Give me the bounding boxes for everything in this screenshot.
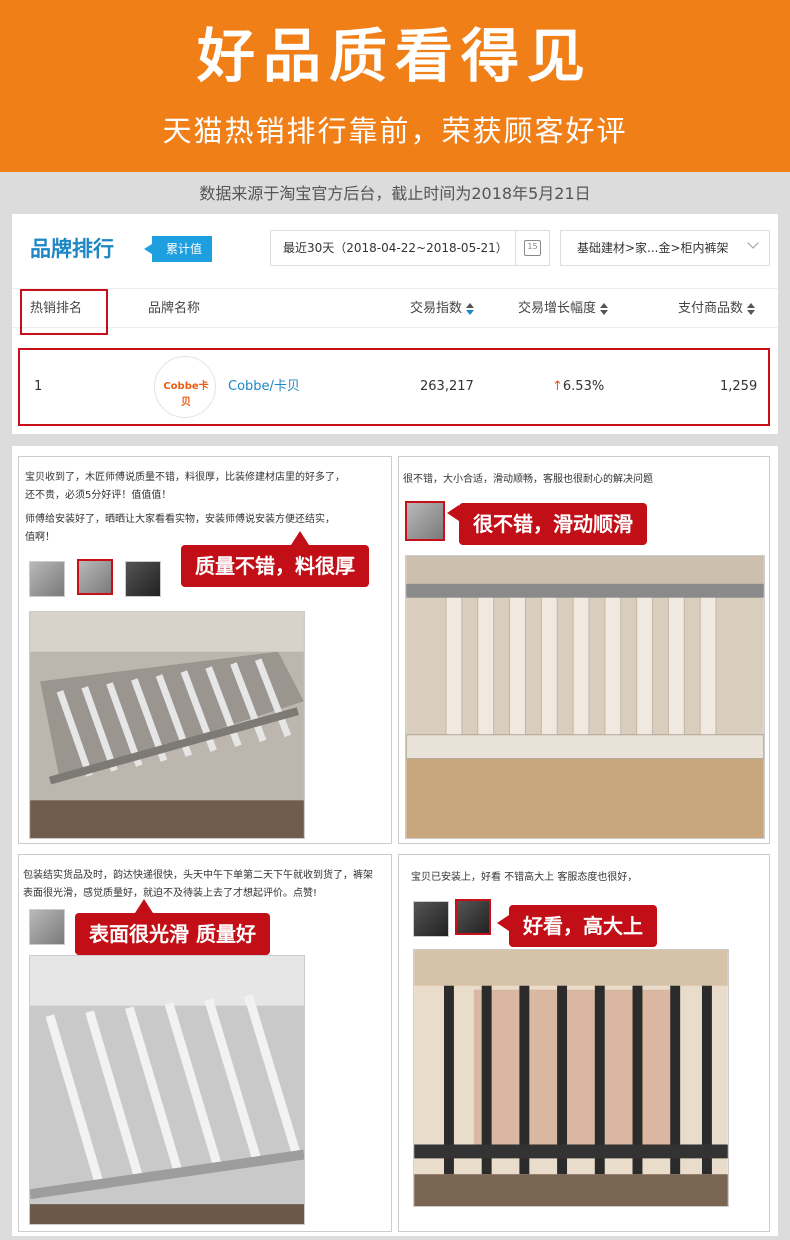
pants-rack-photo [30, 956, 304, 1224]
sort-icon[interactable] [466, 302, 475, 315]
brand-name[interactable]: Cobbe/卡贝 [228, 350, 300, 424]
pants-rack-photo [30, 612, 304, 838]
highlight-badge: 质量不错，料很厚 [181, 531, 369, 587]
page-subtitle: 天猫热销排行靠前，荣获顾客好评 [162, 114, 628, 148]
paid-items-value: 1,259 [720, 379, 758, 394]
review-thumbnail[interactable] [29, 909, 65, 945]
page: 好品质看得见 天猫热销排行靠前，荣获顾客好评 数据来源于淘宝官方后台，截止时间为… [0, 0, 790, 1240]
review-thumbnail[interactable] [405, 501, 445, 541]
banner-header: 好品质看得见 天猫热销排行靠前，荣获顾客好评 [0, 0, 790, 172]
review-card: 宝贝收到了，木匠师傅说质量不错，料很厚，比装修建材店里的好多了， 还不贵，必须5… [18, 456, 392, 844]
chevron-down-icon [747, 237, 759, 249]
calendar-day-label: 15 [524, 240, 541, 256]
review-card: 包装结实货品及时，韵达快递很快，头天中午下单第二天下午就收到货了，裤架 表面很光… [18, 854, 392, 1232]
col-paid-items[interactable]: 支付商品数 [678, 289, 756, 329]
review-line: 很不错，大小合适，滑动顺畅，客服也很耐心的解决问题 [403, 474, 653, 485]
sort-icon[interactable] [747, 302, 756, 315]
reviews-panel: 宝贝收到了，木匠师傅说质量不错，料很厚，比装修建材店里的好多了， 还不贵，必须5… [12, 446, 778, 1236]
review-line: 包装结实货品及时，韵达快递很快，头天中午下单第二天下午就收到货了，裤架 [23, 870, 373, 881]
sort-icon[interactable] [600, 302, 609, 315]
brand-logo: Cobbe卡贝 [154, 356, 216, 418]
highlight-badge: 好看，高大上 [497, 905, 657, 947]
highlight-badge: 表面很光滑 质量好 [75, 899, 270, 955]
pants-rack-photo [406, 556, 764, 838]
col-brand: 品牌名称 [148, 301, 201, 316]
review-text: 宝贝收到了，木匠师傅说质量不错，料很厚，比装修建材店里的好多了， 还不贵，必须5… [25, 469, 387, 547]
brand-logo-text: Cobbe卡贝 [163, 381, 209, 408]
review-thumbnail[interactable] [455, 899, 491, 935]
review-thumbnail[interactable] [413, 901, 449, 937]
brand-ranking-panel: 品牌排行 累计值 最近30天（2018-04-22~2018-05-21） 15… [12, 214, 778, 434]
rank-value: 1 [34, 379, 43, 394]
date-range-picker[interactable]: 最近30天（2018-04-22~2018-05-21） 15 [270, 230, 550, 266]
page-title: 好品质看得见 [196, 22, 593, 90]
pants-rack-photo [414, 950, 728, 1206]
review-thumbnail[interactable] [77, 559, 113, 595]
trade-index-value: 263,217 [420, 379, 474, 394]
review-thumbnail[interactable] [125, 561, 161, 597]
col-trade-index[interactable]: 交易指数 [410, 289, 475, 329]
review-line: 表面很光滑，感觉质量好，就迫不及待装上去了才想起评价。点赞! [23, 888, 318, 899]
highlight-badge: 很不错，滑动顺滑 [447, 503, 647, 545]
review-photo[interactable] [405, 555, 765, 839]
category-select[interactable]: 基础建材>家...金>柜内裤架 [560, 230, 770, 266]
date-range-text: 最近30天（2018-04-22~2018-05-21） [283, 241, 508, 255]
review-text: 宝贝已安装上，好看 不错高大上 客服态度也很好， [411, 869, 763, 887]
source-note: 数据来源于淘宝官方后台，截止时间为2018年5月21日 [199, 184, 591, 203]
col-trade-index-label: 交易指数 [410, 301, 463, 316]
col-paid-items-label: 支付商品数 [678, 301, 744, 316]
col-growth[interactable]: 交易增长幅度 [518, 289, 609, 329]
review-card: 宝贝已安装上，好看 不错高大上 客服态度也很好， 好看，高大上 [398, 854, 770, 1232]
growth-number: 6.53% [562, 379, 605, 394]
growth-value: ↑6.53% [552, 350, 604, 424]
arrow-up-icon: ↑ [552, 379, 563, 394]
category-text: 基础建材>家...金>柜内裤架 [577, 241, 729, 255]
calendar-icon[interactable]: 15 [515, 231, 549, 265]
review-photo[interactable] [29, 611, 305, 839]
highlight-rank-header [20, 289, 108, 335]
review-photo[interactable] [29, 955, 305, 1225]
review-thumbnail[interactable] [29, 561, 65, 597]
review-line: 师傅给安装好了，晒晒让大家看看实物，安装师傅说安装方便还结实， [25, 514, 335, 525]
review-text: 包装结实货品及时，韵达快递很快，头天中午下单第二天下午就收到货了，裤架 表面很光… [23, 867, 389, 903]
review-line: 宝贝已安装上，好看 不错高大上 客服态度也很好， [411, 872, 638, 883]
review-line: 宝贝收到了，木匠师傅说质量不错，料很厚，比装修建材店里的好多了， [25, 472, 345, 483]
cumulative-tag[interactable]: 累计值 [143, 236, 213, 262]
review-text: 很不错，大小合适，滑动顺畅，客服也很耐心的解决问题 [403, 471, 765, 489]
table-row[interactable]: 1 Cobbe卡贝 Cobbe/卡贝 263,217 ↑6.53% 1,259 [18, 348, 770, 426]
review-line: 还不贵，必须5分好评！值值值！ [25, 490, 172, 501]
col-growth-label: 交易增长幅度 [518, 301, 597, 316]
review-card: 很不错，大小合适，滑动顺畅，客服也很耐心的解决问题 很不错，滑动顺滑 [398, 456, 770, 844]
review-photo[interactable] [413, 949, 729, 1207]
table-header: 热销排名 品牌名称 交易指数 交易增长幅度 支付商品数 [12, 288, 778, 328]
ranking-title: 品牌排行 [30, 237, 114, 261]
